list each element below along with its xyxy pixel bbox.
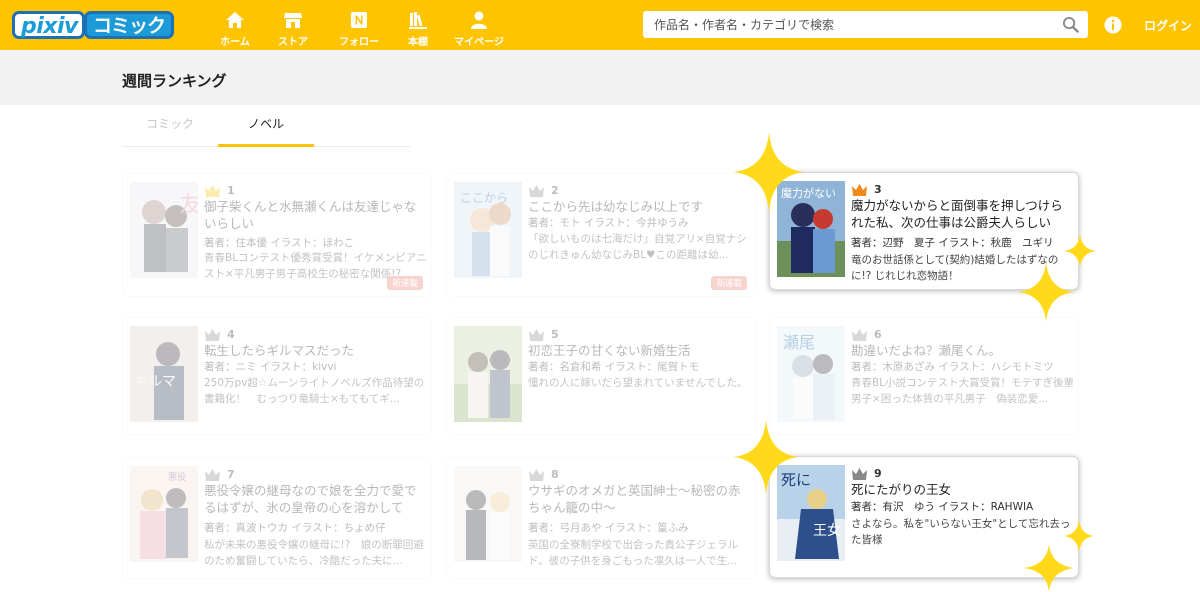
rank-number: 1 <box>227 184 235 197</box>
svg-text:王女: 王女 <box>813 522 841 539</box>
new-series-badge: 新連載 <box>711 276 747 290</box>
info-icon[interactable] <box>1104 16 1122 34</box>
nav-home[interactable]: ホーム <box>212 0 258 50</box>
svg-text:友: 友 <box>180 193 198 218</box>
work-description: 「欲しいものは七海だけ」自覚アリ×自覚ナシのじれきゅん幼なじみBL♥この距離は幼… <box>528 233 747 261</box>
rank-number: 7 <box>227 468 235 481</box>
work-author: 著者：有沢 ゆう イラスト：RAHWIA <box>851 501 1034 513</box>
nav-home-label: ホーム <box>220 37 250 48</box>
nav-store[interactable]: ストア <box>258 0 328 50</box>
rank-number: 4 <box>227 328 235 341</box>
crown-gray-icon <box>205 329 220 341</box>
work-title[interactable]: 死にたがりの王女 <box>851 481 1073 498</box>
nav-follow-label: フォロー <box>339 37 379 48</box>
cover-image: ここから <box>454 182 522 278</box>
ranking-card-6[interactable]: 瀬尾 6 勘違いだよね？瀬尾くん。 著者：木原あざみ イラスト：ハシモトミツ 青… <box>769 317 1079 435</box>
work-title[interactable]: 御子柴くんと水無瀬くんは友達じゃないらしい <box>204 198 426 232</box>
category-tabs: コミック ノベル <box>122 105 410 147</box>
svg-text:ここから: ここから <box>460 191 508 205</box>
search-box <box>643 11 1088 38</box>
work-author: 著者：真波トウカ イラスト：ちょめ仔 <box>204 522 386 534</box>
crown-orange-icon <box>852 184 867 196</box>
bookshelf-icon <box>409 12 427 29</box>
new-series-badge: 新連載 <box>387 276 423 290</box>
ranking-card-2[interactable]: ここから 2 ここから先は幼なじみ以上です 著者：モト イラスト：今井ゆうみ 「… <box>446 173 756 297</box>
pixiv-comic-logo[interactable]: pixiv コミック <box>12 11 180 39</box>
store-icon <box>284 13 302 28</box>
crown-gold-icon <box>205 185 220 197</box>
search-icon[interactable] <box>1062 16 1079 33</box>
work-description: 憧れの人に嫁いだら望まれていませんでした。 <box>528 377 748 389</box>
work-author: 著者：ニミ イラスト：kivvi <box>204 361 337 373</box>
logo-comic-text: コミック <box>84 11 175 39</box>
work-author: 著者：弓月あや イラスト：篁ふみ <box>528 522 689 534</box>
work-author: 著者：名倉和希 イラスト：尾賀トモ <box>528 361 700 373</box>
tab-comic[interactable]: コミック <box>122 105 218 147</box>
cover-image <box>454 326 522 422</box>
work-title[interactable]: 魔力がないからと面倒事を押しつけられた私、次の仕事は公爵夫人らしいで... <box>851 197 1073 231</box>
ranking-card-5[interactable]: 5 初恋王子の甘くない新婚生活 著者：名倉和希 イラスト：尾賀トモ 憧れの人に嫁… <box>446 317 756 435</box>
work-author: 著者：木原あざみ イラスト：ハシモトミツ <box>851 361 1054 373</box>
work-author: 著者：辺野 夏子 イラスト：秋鹿 ユギリ <box>851 237 1054 249</box>
svg-text:瀬尾: 瀬尾 <box>783 333 815 352</box>
ranking-card-8[interactable]: 8 ウサギのオメガと英国紳士～秘密の赤ちゃん籠の中～ 著者：弓月あや イラスト：… <box>446 457 756 579</box>
sparkle-icon <box>734 132 804 212</box>
sparkle-icon <box>1024 544 1074 592</box>
work-description: 私が未来の悪役令嬢の継母に!? 娘の断罪回避のため奮闘していたら、冷酷だった夫に… <box>204 539 424 567</box>
sparkle-icon <box>734 420 798 494</box>
rank-number: 6 <box>874 328 882 341</box>
title-band: 週間ランキング <box>0 50 1200 105</box>
nav-mypage-label: マイページ <box>454 37 504 48</box>
crown-gray-icon <box>529 469 544 481</box>
cover-image: 瀬尾 <box>777 326 845 422</box>
header-bar: pixiv コミック ホーム ストア フォロー 本棚 マイページ ログイン <box>0 0 1200 50</box>
rank-number: 5 <box>551 328 559 341</box>
cover-image: ギルマ <box>130 326 198 422</box>
ranking-card-7[interactable]: 悪役 7 悪役令嬢の継母なので娘を全力で愛でるはずが、氷の皇帝の心を溶かしてし.… <box>122 457 432 579</box>
nav-mypage[interactable]: マイページ <box>446 0 512 50</box>
cover-image <box>454 466 522 562</box>
cover-image: 悪役 <box>130 466 198 562</box>
ranking-card-4[interactable]: ギルマ 4 転生したらギルマスだった 著者：ニミ イラスト：kivvi 250万… <box>122 317 432 435</box>
work-title[interactable]: 勘違いだよね？瀬尾くん。 <box>851 342 1073 359</box>
rank-number: 3 <box>874 183 882 196</box>
tab-novel[interactable]: ノベル <box>218 105 314 147</box>
work-author: 著者：モト イラスト：今井ゆうみ <box>528 217 689 229</box>
rank-number: 8 <box>551 468 559 481</box>
user-icon <box>471 11 487 29</box>
login-link[interactable]: ログイン <box>1144 17 1192 34</box>
work-title[interactable]: 悪役令嬢の継母なので娘を全力で愛でるはずが、氷の皇帝の心を溶かしてし... <box>204 482 426 516</box>
work-description: 250万pv超☆ムーンライトノベルズ作品待望の書籍化！ むっつり竜騎士×もてもて… <box>204 377 425 405</box>
work-description: 英国の全寮制学校で出会った貴公子ジェラルド。彼の子供を身ごもった凛久は一人で生.… <box>528 539 738 567</box>
nav-store-label: ストア <box>278 37 308 48</box>
page-title: 週間ランキング <box>122 72 227 90</box>
rank-number: 2 <box>551 184 559 197</box>
logo-pixiv-text: pixiv <box>12 11 85 39</box>
nav-bookshelf-label: 本棚 <box>408 37 428 48</box>
crown-gray-icon <box>529 329 544 341</box>
work-title[interactable]: 転生したらギルマスだった <box>204 342 426 359</box>
nav-follow[interactable]: フォロー <box>328 0 390 50</box>
home-icon <box>226 12 244 28</box>
cover-image: 友 <box>130 182 198 278</box>
svg-text:ギルマ: ギルマ <box>134 374 176 390</box>
follow-n-icon <box>351 12 367 28</box>
crown-gray-icon <box>852 329 867 341</box>
work-title[interactable]: ウサギのオメガと英国紳士～秘密の赤ちゃん籠の中～ <box>528 482 750 516</box>
work-title[interactable]: 初恋王子の甘くない新婚生活 <box>528 342 750 359</box>
sparkle-icon <box>1018 262 1074 322</box>
main-nav: ホーム ストア フォロー 本棚 マイページ <box>212 0 512 50</box>
ranking-card-1[interactable]: 友 1 御子柴くんと水無瀬くんは友達じゃないらしい 著者：住本優 イラスト：ほわ… <box>122 173 432 297</box>
work-description: 青春BL小説コンテスト大賞受賞！モテすぎ後輩男子×困った体質の平凡男子 偽装恋愛… <box>851 377 1075 405</box>
search-input[interactable] <box>654 11 1054 38</box>
rank-number: 9 <box>874 467 882 480</box>
work-title[interactable]: ここから先は幼なじみ以上です <box>528 198 750 215</box>
work-author: 著者：住本優 イラスト：ほわこ <box>204 237 355 249</box>
crown-gray-icon <box>205 469 220 481</box>
crown-gray-icon <box>852 468 867 480</box>
crown-gray-icon <box>529 185 544 197</box>
svg-text:悪役: 悪役 <box>168 471 186 483</box>
nav-bookshelf[interactable]: 本棚 <box>390 0 446 50</box>
